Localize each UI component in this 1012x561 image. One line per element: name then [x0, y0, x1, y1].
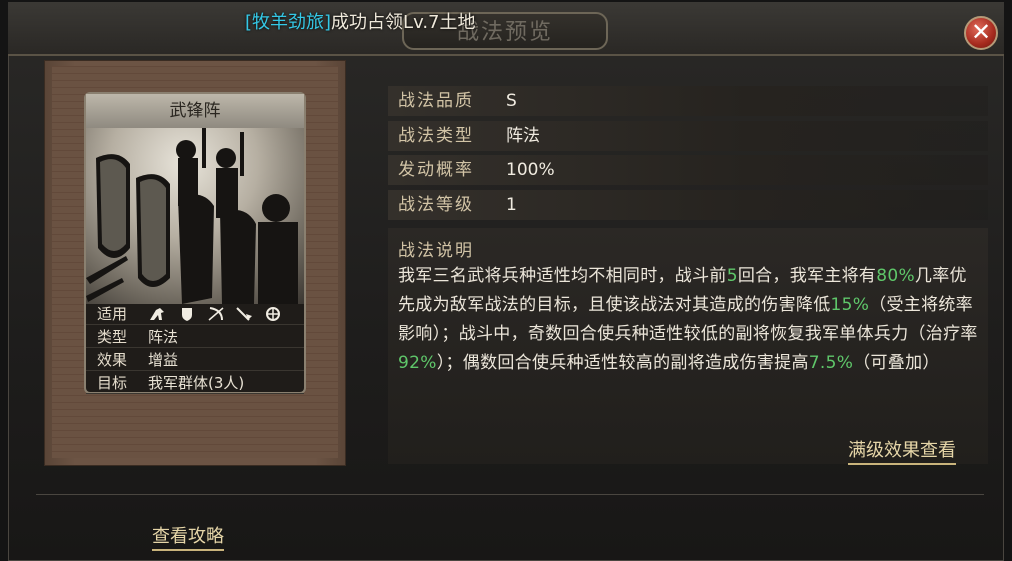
full-level-effect-link[interactable]: 满级效果查看	[848, 436, 956, 465]
effect-label: 效果	[96, 350, 127, 369]
notice-text: 成功占领Lv.7土地	[331, 12, 476, 33]
target-value: 我军群体(3人)	[148, 373, 245, 392]
close-button[interactable]: ✕	[964, 16, 998, 50]
effect-value: 增益	[148, 350, 179, 369]
info-row-effect: 效果 增益	[86, 348, 304, 371]
soldiers-silhouette	[86, 128, 298, 304]
description-segment: ）；偶数回合使兵种适性较高的副将造成伤害提高	[436, 353, 809, 373]
tactic-type-value: 阵法	[506, 126, 540, 146]
tactic-card-art	[86, 128, 304, 304]
level-value: 1	[506, 195, 517, 215]
spear-icon	[236, 306, 253, 321]
probability-label: 发动概率	[398, 160, 474, 180]
info-row-type: 类型 阵法	[86, 325, 304, 348]
cavalry-icon	[150, 307, 164, 320]
description-highlight-value: 5	[726, 266, 738, 286]
bow-icon	[208, 306, 224, 321]
notice-alliance-name: [牧羊劲旅]	[245, 12, 332, 33]
shield-icon	[181, 307, 192, 321]
description-segment: 我军三名武将兵种适性均不相同时，战斗前	[398, 266, 727, 286]
level-label: 战法等级	[398, 195, 474, 215]
description-highlight-value: 7.5%	[808, 353, 854, 373]
attr-row-quality: 战法品质 S	[388, 86, 988, 116]
description-label: 战法说明	[398, 241, 474, 261]
probability-value: 100%	[506, 160, 555, 180]
target-label: 目标	[96, 373, 127, 392]
wheel-icon	[266, 306, 281, 321]
description-segment: （可叠加）	[853, 353, 940, 373]
info-row-suit: 适用	[86, 302, 304, 325]
suit-label: 适用	[96, 304, 127, 323]
description-highlight-value: 80%	[876, 266, 915, 286]
attr-row-probability: 发动概率 100%	[388, 155, 988, 185]
tactic-card-name: 武锋阵	[86, 94, 304, 128]
divider	[36, 494, 984, 495]
type-label: 类型	[96, 327, 127, 346]
quality-value: S	[506, 91, 517, 111]
info-row-target: 目标 我军群体(3人)	[86, 371, 304, 394]
description-highlight-value: 92%	[398, 353, 437, 373]
attr-row-level: 战法等级 1	[388, 190, 988, 220]
attr-row-type: 战法类型 阵法	[388, 121, 988, 151]
tactic-type-label: 战法类型	[398, 126, 474, 146]
tactic-info-table: 适用 类型 阵法 效果 增益 目标 我军群体(3人)	[86, 302, 304, 394]
type-value: 阵法	[148, 327, 179, 346]
view-guide-link[interactable]: 查看攻略	[152, 522, 224, 551]
description-text: 我军三名武将兵种适性均不相同时，战斗前5回合，我军主将有80%几率优先成为敌军战…	[398, 262, 982, 378]
description-highlight-value: 15%	[830, 295, 870, 315]
broadcast-notice: [牧羊劲旅]成功占领Lv.7土地	[245, 8, 476, 34]
unit-icons	[138, 304, 287, 322]
quality-label: 战法品质	[398, 91, 474, 111]
description-segment: 回合，我军主将有	[737, 266, 877, 286]
